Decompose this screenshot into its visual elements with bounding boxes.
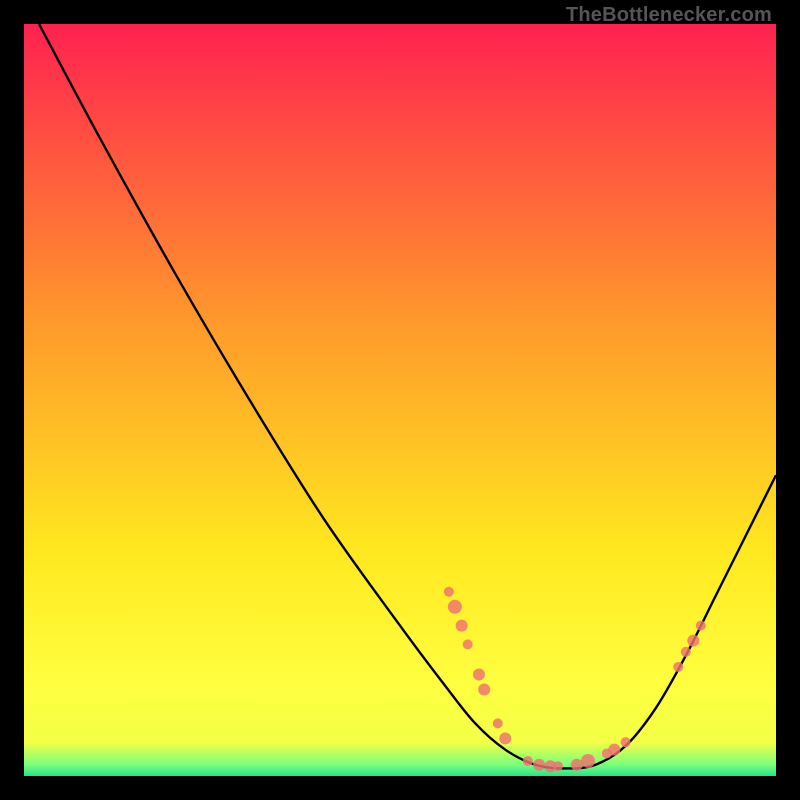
attribution-text: TheBottlenecker.com [566,4,772,27]
curve-marker [448,600,462,614]
curve-marker [444,587,454,597]
curve-marker [493,718,503,728]
curve-marker [473,668,485,680]
curve-marker [571,759,583,771]
gradient-background [24,24,776,776]
curve-marker [621,737,631,747]
chart-svg [24,24,776,776]
curve-marker [673,662,683,672]
curve-marker [687,635,699,647]
curve-marker [533,759,545,771]
curve-marker [463,639,473,649]
curve-marker [581,754,595,768]
curve-marker [681,647,691,657]
curve-marker [608,744,620,756]
chart-frame [24,24,776,776]
curve-marker [696,621,706,631]
curve-marker [523,756,533,766]
curve-marker [553,761,563,771]
curve-marker [499,732,511,744]
curve-marker [456,620,468,632]
curve-marker [478,684,490,696]
